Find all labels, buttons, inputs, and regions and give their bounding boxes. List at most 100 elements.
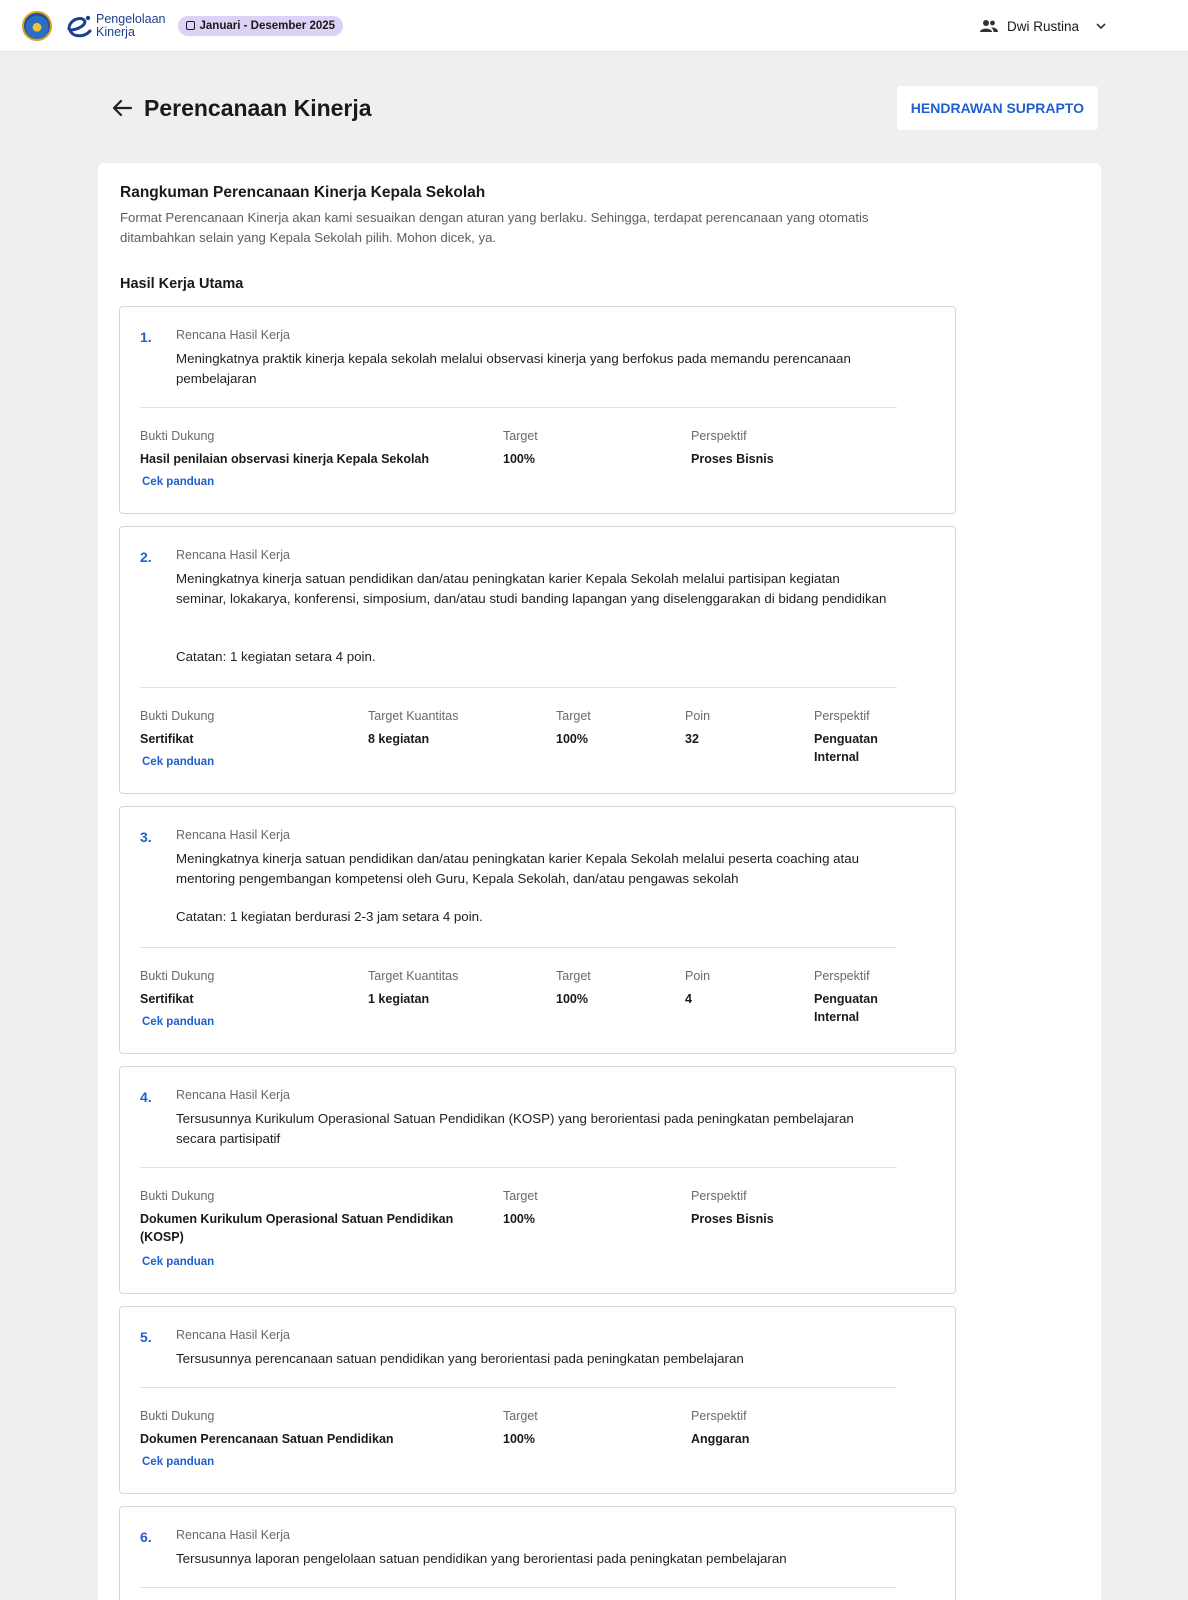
perspective-field: Perspektif Proses Bisnis xyxy=(691,1189,774,1228)
item-note: Catatan: 1 kegiatan berdurasi 2-3 jam se… xyxy=(176,909,483,924)
check-guide-link[interactable]: Cek panduan xyxy=(142,476,214,488)
target-label: Target xyxy=(556,969,591,983)
evidence-label: Bukti Dukung xyxy=(140,709,215,723)
work-result-item-3: 3. Rencana Hasil Kerja Meningkatnya kine… xyxy=(119,806,956,1054)
item-note: Catatan: 1 kegiatan setara 4 poin. xyxy=(176,649,376,664)
target-quantity-label: Target Kuantitas xyxy=(368,969,459,983)
user-menu[interactable]: Dwi Rustina xyxy=(979,0,1108,52)
brand-line2: Kinerja xyxy=(96,24,135,39)
perspective-label: Perspektif xyxy=(814,709,870,723)
section-title: Hasil Kerja Utama xyxy=(120,276,244,292)
chevron-down-icon xyxy=(1096,23,1106,30)
perspective-field: Perspektif Penguatan Internal xyxy=(814,709,904,766)
evidence-label: Bukti Dukung xyxy=(140,429,215,443)
brand-e-icon xyxy=(67,15,92,37)
work-result-item-5: 5. Rencana Hasil Kerja Tersusunnya peren… xyxy=(119,1306,956,1494)
target-value: 100% xyxy=(503,452,535,466)
item-number: 4. xyxy=(140,1089,152,1105)
summary-title: Rangkuman Perencanaan Kinerja Kepala Sek… xyxy=(120,184,486,201)
work-result-item-1: 1. Rencana Hasil Kerja Meningkatnya prak… xyxy=(119,306,956,514)
target-quantity-value: 8 kegiatan xyxy=(368,732,430,746)
assessee-name-button[interactable]: HENDRAWAN SUPRAPTO xyxy=(896,86,1098,130)
target-quantity-label: Target Kuantitas xyxy=(368,709,459,723)
brand-text: Pengelolaan Kinerja xyxy=(96,11,166,39)
target-field: Target 100% xyxy=(556,969,591,1008)
item-plan-label: Rencana Hasil Kerja xyxy=(176,828,290,842)
evidence-field: Bukti Dukung Sertifikat xyxy=(140,969,340,1008)
back-button[interactable] xyxy=(102,88,142,128)
perspective-field: Perspektif Anggaran xyxy=(691,1409,749,1448)
evidence-field: Bukti Dukung Sertifikat xyxy=(140,709,340,748)
evidence-field: Bukti Dukung Dokumen Kurikulum Operasion… xyxy=(140,1189,470,1246)
summary-description: Format Perencanaan Kinerja akan kami ses… xyxy=(120,210,869,245)
perspective-field: Perspektif Proses Bisnis xyxy=(691,429,774,468)
perspective-label: Perspektif xyxy=(691,429,747,443)
check-guide-link[interactable]: Cek panduan xyxy=(142,1016,214,1028)
item-number: 1. xyxy=(140,329,152,345)
points-field: Poin 4 xyxy=(685,969,710,1008)
item-divider xyxy=(140,407,897,408)
target-field: Target 100% xyxy=(503,1409,538,1448)
target-value: 100% xyxy=(556,992,588,1006)
item-divider xyxy=(140,687,897,688)
item-plan-label: Rencana Hasil Kerja xyxy=(176,548,290,562)
item-number: 6. xyxy=(140,1529,152,1545)
target-field: Target 100% xyxy=(556,709,591,748)
check-guide-link[interactable]: Cek panduan xyxy=(142,756,214,768)
target-label: Target xyxy=(556,709,591,723)
evidence-label: Bukti Dukung xyxy=(140,1189,215,1203)
check-guide-link[interactable]: Cek panduan xyxy=(142,1256,214,1268)
perspective-label: Perspektif xyxy=(691,1409,747,1423)
brand-line1: Pengelolaan xyxy=(96,11,166,26)
points-label: Poin xyxy=(685,969,711,983)
perspective-value: Penguatan Internal xyxy=(814,992,878,1024)
points-value: 4 xyxy=(685,992,692,1006)
period-chip: Januari - Desember 2025 xyxy=(177,15,344,36)
target-field: Target 100% xyxy=(503,429,538,468)
page-header: Perencanaan Kinerja HENDRAWAN SUPRAPTO xyxy=(98,86,1098,130)
target-quantity-field: Target Kuantitas 1 kegiatan xyxy=(368,969,458,1008)
target-value: 100% xyxy=(503,1432,535,1446)
item-description: Tersusunnya perencanaan satuan pendidika… xyxy=(176,1351,744,1366)
arrow-left-icon xyxy=(112,99,133,117)
perspective-value: Anggaran xyxy=(691,1432,750,1446)
evidence-value: Sertifikat xyxy=(140,732,194,746)
points-field: Poin 32 xyxy=(685,709,710,748)
item-number: 3. xyxy=(140,829,152,845)
check-guide-link[interactable]: Cek panduan xyxy=(142,1456,214,1468)
item-number: 5. xyxy=(140,1329,152,1345)
perspective-label: Perspektif xyxy=(691,1189,747,1203)
item-divider xyxy=(140,947,897,948)
calendar-icon xyxy=(185,21,195,30)
work-result-item-6: 6. Rencana Hasil Kerja Tersusunnya lapor… xyxy=(119,1506,956,1600)
evidence-label: Bukti Dukung xyxy=(140,969,215,983)
item-plan-label: Rencana Hasil Kerja xyxy=(176,1528,290,1542)
users-icon xyxy=(979,20,998,32)
item-plan-label: Rencana Hasil Kerja xyxy=(176,328,290,342)
item-divider xyxy=(140,1167,897,1168)
page-title: Perencanaan Kinerja xyxy=(144,94,372,121)
item-description: Meningkatnya kinerja satuan pendidikan d… xyxy=(176,851,860,886)
perspective-value: Penguatan Internal xyxy=(814,732,878,764)
evidence-value: Dokumen Kurikulum Operasional Satuan Pen… xyxy=(140,1212,454,1244)
perspective-value: Proses Bisnis xyxy=(691,1212,774,1226)
item-plan-label: Rencana Hasil Kerja xyxy=(176,1088,290,1102)
evidence-label: Bukti Dukung xyxy=(140,1409,215,1423)
evidence-field: Bukti Dukung Dokumen Perencanaan Satuan … xyxy=(140,1409,480,1448)
evidence-value: Hasil penilaian observasi kinerja Kepala… xyxy=(140,452,430,466)
target-quantity-field: Target Kuantitas 8 kegiatan xyxy=(368,709,458,748)
points-label: Poin xyxy=(685,709,711,723)
summary-card: Rangkuman Perencanaan Kinerja Kepala Sek… xyxy=(98,163,1101,1600)
target-label: Target xyxy=(503,429,538,443)
evidence-value: Sertifikat xyxy=(140,992,194,1006)
work-result-item-4: 4. Rencana Hasil Kerja Tersusunnya Kurik… xyxy=(119,1066,956,1294)
item-divider xyxy=(140,1587,897,1588)
app-logo[interactable]: Pengelolaan Kinerja xyxy=(64,11,166,41)
perspective-field: Perspektif Penguatan Internal xyxy=(814,969,904,1026)
item-description: Tersusunnya laporan pengelolaan satuan p… xyxy=(176,1551,787,1566)
item-number: 2. xyxy=(140,549,152,565)
target-label: Target xyxy=(503,1189,538,1203)
item-description: Meningkatnya kinerja satuan pendidikan d… xyxy=(176,571,887,606)
user-name: Dwi Rustina xyxy=(1006,18,1079,34)
top-bar: Pengelolaan Kinerja Januari - Desember 2… xyxy=(0,0,1188,52)
